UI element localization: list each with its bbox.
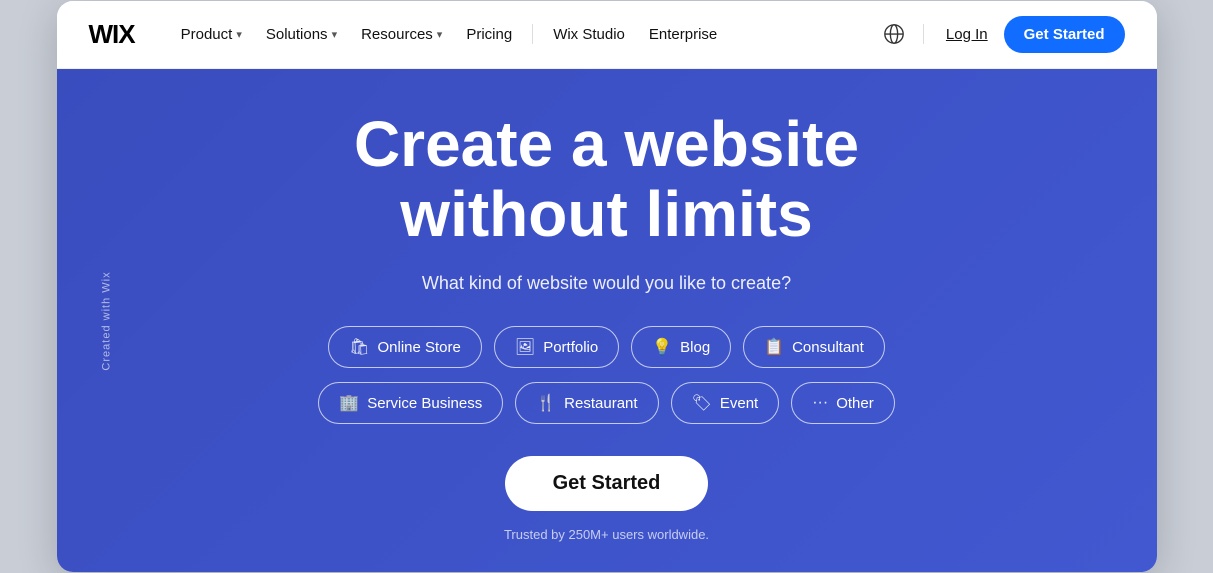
category-portfolio[interactable]: 🖼 Portfolio	[494, 326, 619, 368]
category-other[interactable]: ··· Other	[791, 382, 895, 424]
blog-icon: 💡	[652, 337, 672, 357]
nav-solutions[interactable]: Solutions ▾	[256, 18, 347, 51]
consultant-icon: 📋	[764, 337, 784, 357]
event-icon: 🏷	[692, 393, 712, 413]
nav-product[interactable]: Product ▾	[171, 18, 252, 51]
hero-section: Created with Wix Create a website withou…	[57, 69, 1157, 573]
nav-pricing[interactable]: Pricing	[456, 18, 522, 51]
nav-resources[interactable]: Resources ▾	[351, 18, 452, 51]
nav-wix-studio[interactable]: Wix Studio	[543, 18, 635, 51]
category-service-business[interactable]: 🏢 Service Business	[318, 382, 503, 424]
category-row-2: 🏢 Service Business 🍴 Restaurant 🏷 Event …	[318, 382, 894, 424]
restaurant-icon: 🍴	[536, 393, 556, 413]
side-label: Created with Wix	[100, 271, 112, 370]
navbar: WIX Product ▾ Solutions ▾ Resources ▾ Pr…	[57, 1, 1157, 69]
nav-actions: Log In Get Started	[883, 16, 1125, 53]
nav-links: Product ▾ Solutions ▾ Resources ▾ Pricin…	[171, 18, 859, 51]
category-buttons: 🛍 Online Store 🖼 Portfolio 💡 Blog 📋 Cons…	[318, 326, 894, 424]
hero-subtitle: What kind of website would you like to c…	[422, 273, 791, 294]
category-event[interactable]: 🏷 Event	[671, 382, 780, 424]
globe-icon[interactable]	[883, 23, 905, 45]
hero-get-started-button[interactable]: Get Started	[505, 456, 709, 511]
category-blog[interactable]: 💡 Blog	[631, 326, 731, 368]
login-link[interactable]: Log In	[942, 26, 992, 43]
wix-logo[interactable]: WIX	[89, 19, 135, 50]
hero-title: Create a website without limits	[354, 109, 859, 250]
nav-enterprise[interactable]: Enterprise	[639, 18, 727, 51]
browser-frame: WIX Product ▾ Solutions ▾ Resources ▾ Pr…	[57, 1, 1157, 573]
other-icon: ···	[812, 394, 828, 412]
nav-get-started-button[interactable]: Get Started	[1004, 16, 1125, 53]
resources-chevron-icon: ▾	[437, 28, 443, 41]
service-business-icon: 🏢	[339, 393, 359, 413]
portfolio-icon: 🖼	[515, 337, 535, 357]
category-online-store[interactable]: 🛍 Online Store	[328, 326, 482, 368]
product-chevron-icon: ▾	[236, 28, 242, 41]
nav-action-divider	[923, 24, 924, 44]
online-store-icon: 🛍	[349, 337, 369, 357]
category-consultant[interactable]: 📋 Consultant	[743, 326, 885, 368]
nav-divider	[532, 24, 533, 44]
category-row-1: 🛍 Online Store 🖼 Portfolio 💡 Blog 📋 Cons…	[328, 326, 885, 368]
category-restaurant[interactable]: 🍴 Restaurant	[515, 382, 658, 424]
trust-text: Trusted by 250M+ users worldwide.	[504, 527, 709, 542]
solutions-chevron-icon: ▾	[332, 28, 338, 41]
